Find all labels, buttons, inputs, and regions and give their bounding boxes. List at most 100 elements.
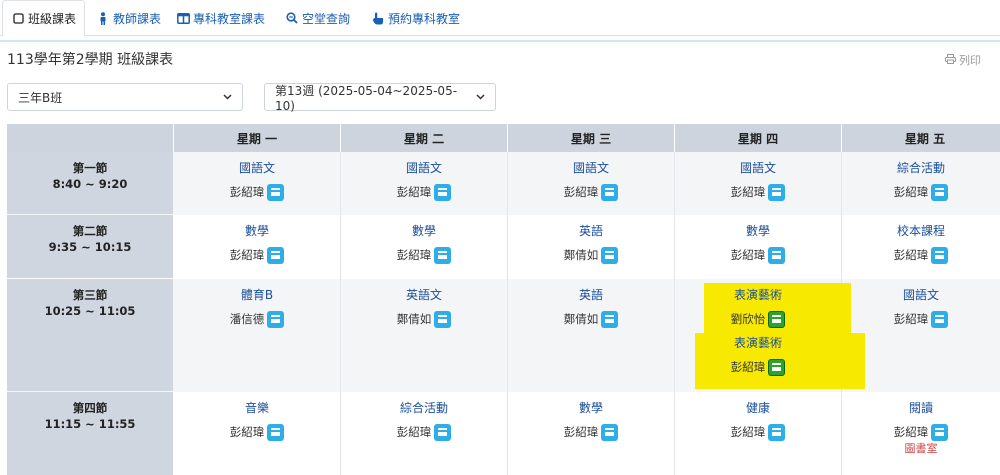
calendar-icon[interactable]: [768, 358, 786, 376]
class-select[interactable]: 三年B班: [7, 83, 243, 111]
calendar-icon[interactable]: [931, 423, 949, 441]
subject-label: 健康: [745, 401, 770, 415]
subject-label: 數學: [745, 224, 770, 238]
teacher-name: 彭紹瑋: [730, 185, 766, 199]
room-label: 圖書室: [904, 442, 938, 455]
teacher-name: 彭紹瑋: [563, 185, 599, 199]
period-cell: 第一節 8:40 ~ 9:20: [7, 152, 173, 214]
schedule-cell: 國語文 彭紹瑋: [341, 154, 507, 202]
day-header: 星期 一: [174, 124, 340, 152]
teacher-name: 彭紹瑋: [396, 185, 432, 199]
schedule-cell: 英語文 鄭倩如: [341, 281, 507, 329]
schedule-cell: 英語 鄭倩如: [508, 281, 674, 329]
calendar-icon[interactable]: [931, 183, 949, 201]
subject-label: 閱讀: [908, 401, 933, 415]
period-time: 11:15 ~ 11:55: [44, 417, 136, 431]
schedule-cell: 體育B 潘信德: [174, 281, 340, 329]
calendar-icon[interactable]: [601, 246, 619, 264]
teacher-name: 彭紹瑋: [229, 185, 265, 199]
subject-label: 英語: [578, 224, 603, 238]
subject-label: 體育B: [240, 288, 274, 302]
schedule-cell: 國語文 彭紹瑋: [174, 154, 340, 202]
teacher-name: 彭紹瑋: [730, 360, 766, 374]
calendar-icon[interactable]: [434, 423, 452, 441]
calendar-icon[interactable]: [601, 310, 619, 328]
subject-label: 表演藝術: [733, 336, 782, 350]
tab-book-room[interactable]: 預約專科教室: [363, 0, 468, 36]
tab-room-timetable[interactable]: 專科教室課表: [168, 0, 273, 36]
period-name: 第三節: [72, 288, 108, 302]
schedule-cell: 國語文 彭紹瑋: [508, 154, 674, 202]
schedule-cell: 音樂 彭紹瑋: [174, 394, 340, 442]
schedule-cell: 閱讀 彭紹瑋 圖書室: [842, 394, 1000, 456]
tab-teacher-timetable[interactable]: 教師課表: [88, 0, 169, 36]
chevron-down-icon: [476, 92, 485, 103]
person-icon: [96, 11, 110, 25]
columns-icon: [176, 12, 190, 24]
tab-label: 班級課表: [28, 12, 77, 26]
tab-label: 預約專科教室: [388, 11, 461, 26]
teacher-name: 彭紹瑋: [563, 425, 599, 439]
subject-label: 國語文: [572, 161, 609, 175]
day-header: 星期 三: [508, 124, 674, 152]
class-select-value: 三年B班: [18, 90, 63, 105]
subject-label: 綜合活動: [399, 401, 448, 415]
week-select[interactable]: 第13週 (2025-05-04~2025-05-10): [264, 83, 496, 113]
subject-label: 國語文: [238, 161, 275, 175]
calendar-icon[interactable]: [267, 423, 285, 441]
teacher-name: 鄭倩如: [396, 312, 432, 326]
subject-label: 數學: [244, 224, 269, 238]
divider: [0, 40, 1000, 42]
print-label: 列印: [959, 54, 981, 67]
tab-free-period-search[interactable]: 空堂查詢: [277, 0, 358, 36]
subject-label: 校本課程: [896, 224, 945, 238]
schedule-cell: 健康 彭紹瑋: [675, 394, 841, 442]
calendar-icon[interactable]: [601, 423, 619, 441]
calendar-icon[interactable]: [434, 183, 452, 201]
calendar-icon[interactable]: [768, 246, 786, 264]
calendar-icon[interactable]: [768, 423, 786, 441]
calendar-icon[interactable]: [434, 246, 452, 264]
schedule-cell: 數學 彭紹瑋: [675, 217, 841, 265]
day-header: 星期 五: [842, 124, 1000, 152]
schedule-cell: 數學 彭紹瑋: [508, 394, 674, 442]
teacher-name: 彭紹瑋: [893, 425, 929, 439]
calendar-icon[interactable]: [267, 183, 285, 201]
teacher-name: 彭紹瑋: [229, 425, 265, 439]
period-name: 第二節: [72, 224, 108, 238]
period-name: 第四節: [72, 401, 108, 415]
teacher-name: 彭紹瑋: [893, 312, 929, 326]
calendar-icon[interactable]: [931, 246, 949, 264]
period-cell: 第三節 10:25 ~ 11:05: [7, 279, 173, 391]
teacher-name: 彭紹瑋: [396, 248, 432, 262]
calendar-icon[interactable]: [267, 310, 285, 328]
hand-pointer-icon: [371, 12, 385, 25]
calendar-icon[interactable]: [434, 310, 452, 328]
teacher-name: 潘信德: [229, 312, 265, 326]
day-header: 星期 二: [341, 124, 507, 152]
calendar-icon[interactable]: [601, 183, 619, 201]
calendar-icon[interactable]: [768, 183, 786, 201]
schedule-cell: 表演藝術 劉欣怡 表演藝術 彭紹瑋: [675, 281, 841, 377]
calendar-icon[interactable]: [931, 310, 949, 328]
nav-tabs: 班級課表 教師課表 專科教室課表 空堂查詢 預約專科教室: [0, 0, 1000, 37]
subject-label: 表演藝術: [733, 288, 782, 302]
teacher-name: 彭紹瑋: [893, 185, 929, 199]
tab-label: 空堂查詢: [302, 11, 351, 26]
tab-class-timetable[interactable]: 班級課表: [2, 0, 86, 37]
period-cell: 第二節 9:35 ~ 10:15: [7, 215, 173, 278]
period-time: 9:35 ~ 10:15: [48, 240, 132, 254]
subject-label: 英語文: [405, 288, 442, 302]
schedule-cell: 國語文 彭紹瑋: [675, 154, 841, 202]
calendar-icon[interactable]: [267, 246, 285, 264]
day-header: 星期 四: [675, 124, 841, 152]
schedule-cell: 綜合活動 彭紹瑋: [341, 394, 507, 442]
print-button[interactable]: 列印: [945, 52, 981, 68]
tab-label: 教師課表: [113, 11, 162, 26]
teacher-name: 劉欣怡: [730, 312, 766, 326]
page-title: 113學年第2學期 班級課表: [7, 52, 174, 68]
teacher-name: 彭紹瑋: [730, 425, 766, 439]
calendar-icon[interactable]: [768, 310, 786, 328]
subject-label: 數學: [578, 401, 603, 415]
teacher-name: 彭紹瑋: [396, 425, 432, 439]
